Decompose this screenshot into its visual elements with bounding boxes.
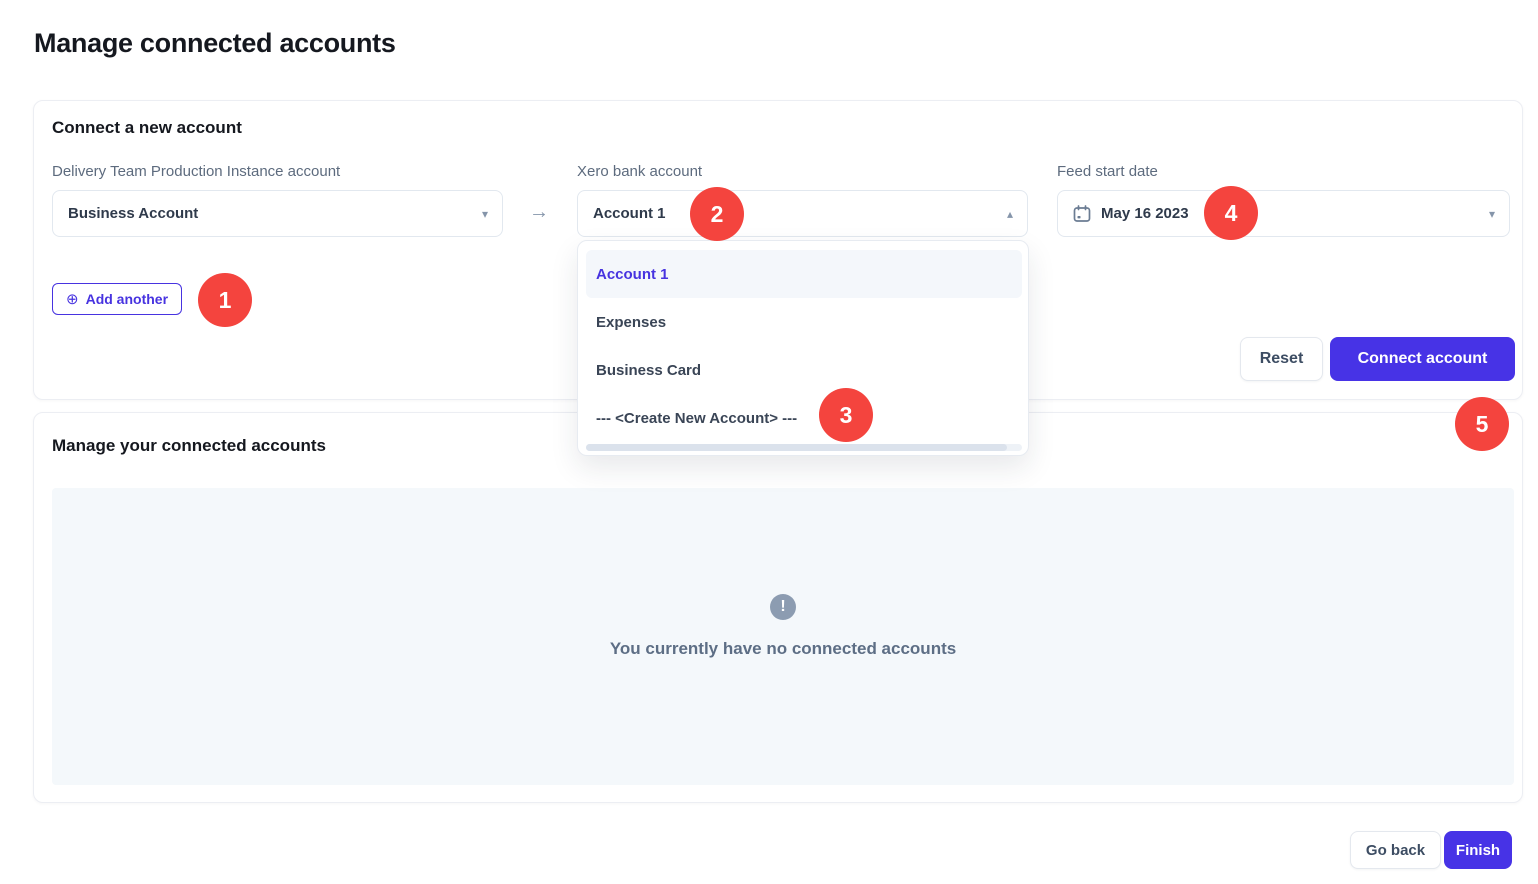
- add-another-label: Add another: [86, 291, 168, 307]
- finish-button[interactable]: Finish: [1444, 831, 1512, 869]
- source-account-select[interactable]: Business Account ▾: [52, 190, 503, 237]
- dropdown-horizontal-scrollbar[interactable]: [586, 444, 1022, 451]
- xero-bank-account-select[interactable]: Account 1 ▴: [577, 190, 1028, 237]
- dropdown-option-account-1[interactable]: Account 1: [586, 250, 1022, 298]
- feed-start-date-label: Feed start date: [1057, 163, 1158, 180]
- page-title: Manage connected accounts: [34, 28, 396, 59]
- add-another-button[interactable]: ⊕ Add another: [52, 283, 182, 315]
- annotation-badge-5: 5: [1455, 397, 1509, 451]
- dropdown-option-create-new-account[interactable]: --- <Create New Account> ---: [578, 394, 1028, 442]
- source-account-label: Delivery Team Production Instance accoun…: [52, 163, 340, 180]
- plus-circle-icon: ⊕: [66, 290, 79, 308]
- manage-card-title: Manage your connected accounts: [52, 436, 326, 456]
- arrow-right-icon: →: [529, 201, 549, 224]
- source-account-value: Business Account: [68, 205, 198, 222]
- caret-down-icon: ▾: [1489, 208, 1495, 220]
- annotation-badge-3: 3: [819, 388, 873, 442]
- connect-account-button[interactable]: Connect account: [1330, 337, 1515, 381]
- annotation-badge-1: 1: [198, 273, 252, 327]
- xero-account-dropdown: Account 1 Expenses Business Card --- <Cr…: [577, 240, 1029, 456]
- annotation-badge-2: 2: [690, 187, 744, 241]
- annotation-badge-4: 4: [1204, 186, 1258, 240]
- calendar-icon: [1073, 205, 1091, 223]
- dropdown-option-business-card[interactable]: Business Card: [578, 346, 1028, 394]
- feed-start-date-value: May 16 2023: [1101, 205, 1189, 222]
- dropdown-option-expenses[interactable]: Expenses: [578, 298, 1028, 346]
- xero-account-value: Account 1: [593, 205, 666, 222]
- feed-start-date-field[interactable]: May 16 2023 ▾: [1057, 190, 1510, 237]
- go-back-button[interactable]: Go back: [1350, 831, 1441, 869]
- caret-up-icon: ▴: [1007, 208, 1013, 220]
- connected-accounts-empty-panel: [52, 488, 1514, 785]
- xero-account-label: Xero bank account: [577, 163, 702, 180]
- empty-state-message: You currently have no connected accounts: [52, 639, 1514, 659]
- reset-button[interactable]: Reset: [1240, 337, 1323, 381]
- connect-card-title: Connect a new account: [52, 118, 242, 138]
- exclamation-icon: !: [770, 594, 796, 620]
- scrollbar-thumb[interactable]: [586, 444, 1007, 451]
- caret-down-icon: ▾: [482, 208, 488, 220]
